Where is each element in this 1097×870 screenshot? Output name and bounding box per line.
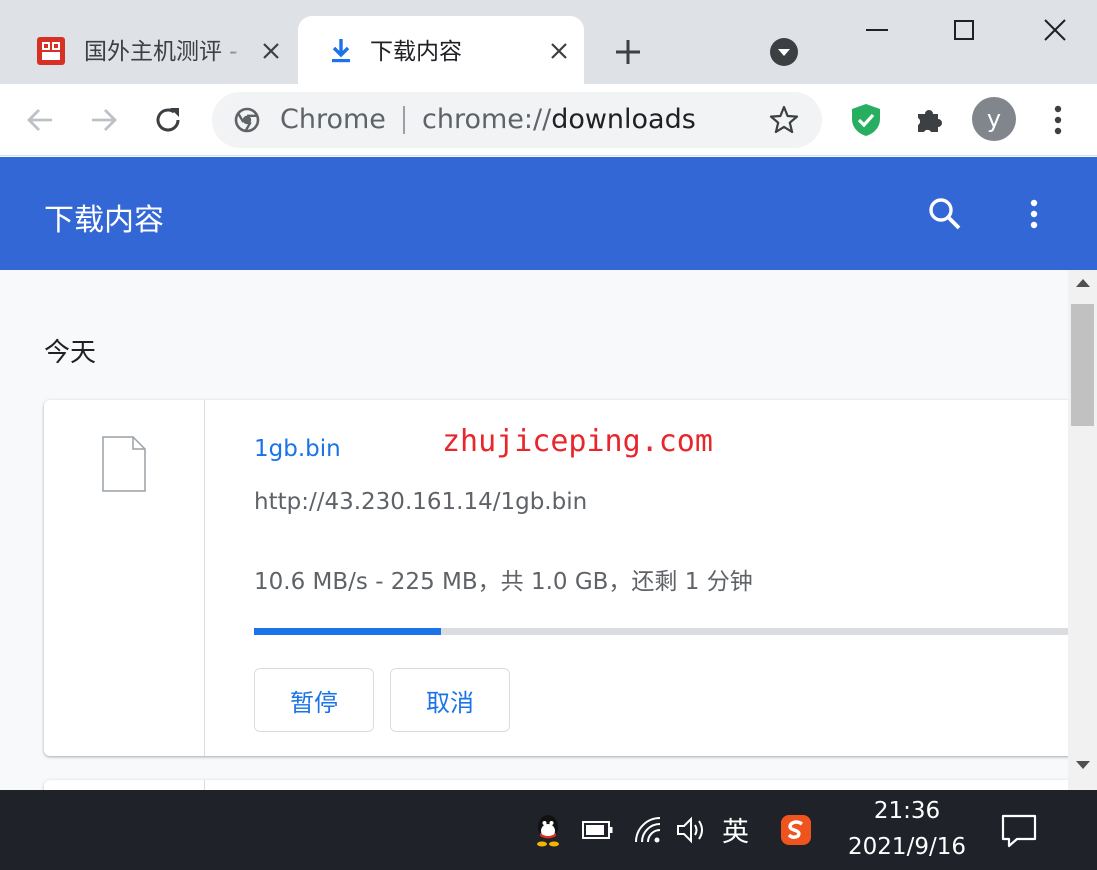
file-url-link[interactable]: http://43.230.161.14/1gb.bin	[254, 489, 587, 515]
downloads-menu-button[interactable]	[1018, 195, 1050, 233]
kebab-menu-icon	[1030, 199, 1038, 229]
card-divider	[204, 780, 205, 790]
plus-icon	[616, 40, 640, 64]
battery-tray-button[interactable]	[580, 812, 616, 848]
tab-search-button[interactable]	[768, 36, 800, 68]
url-scheme: chrome://	[422, 104, 552, 135]
adblock-extension-button[interactable]	[846, 100, 886, 140]
download-progress-bar	[254, 628, 1068, 635]
scroll-up-arrow[interactable]	[1068, 278, 1097, 300]
downloads-list: 今天 1gb.bin zhujiceping.com http://43.230…	[0, 270, 1068, 790]
browser-menu-button[interactable]	[1038, 100, 1078, 140]
kebab-menu-icon	[1054, 105, 1062, 135]
star-icon[interactable]	[768, 104, 800, 136]
download-card: 1gb.bin zhujiceping.com http://43.230.16…	[44, 400, 1068, 756]
file-icon	[102, 436, 146, 492]
extensions-button[interactable]	[910, 100, 950, 140]
qq-icon	[537, 815, 559, 847]
maximize-button[interactable]	[941, 10, 987, 50]
download-card	[44, 780, 1068, 790]
minimize-icon	[866, 29, 888, 31]
shield-check-icon	[852, 104, 880, 136]
downloads-header: 下载内容	[0, 157, 1097, 270]
sogou-icon	[781, 815, 811, 845]
clock-time[interactable]: 21:36	[846, 798, 968, 824]
new-tab-button[interactable]	[610, 34, 646, 70]
omnibox-separator	[403, 106, 405, 134]
reload-icon	[156, 108, 180, 132]
download-status: 10.6 MB/s - 225 MB，共 1.0 GB，还剩 1 分钟	[254, 569, 753, 595]
close-window-button[interactable]	[1032, 10, 1078, 50]
scroll-thumb[interactable]	[1071, 304, 1094, 426]
input-method-indicator[interactable]: 英	[722, 810, 749, 849]
chrome-icon	[234, 107, 260, 133]
tab-close-icon[interactable]	[546, 38, 572, 64]
back-arrow-icon	[27, 109, 52, 131]
wifi-icon	[635, 817, 661, 843]
omnibox[interactable]: Chrome chrome://downloads	[212, 92, 822, 148]
close-window-icon	[1044, 19, 1066, 41]
page-scrollbar[interactable]	[1068, 270, 1097, 790]
back-button[interactable]	[20, 100, 60, 140]
volume-tray-button[interactable]	[674, 812, 710, 848]
puzzle-icon	[918, 110, 942, 132]
notification-icon[interactable]	[1000, 812, 1038, 850]
volume-icon	[677, 816, 703, 844]
tab-favicon-icon	[37, 37, 65, 65]
url-path: downloads	[551, 104, 696, 135]
cancel-button[interactable]: 取消	[390, 668, 510, 732]
card-divider	[204, 400, 205, 756]
forward-button[interactable]	[84, 100, 124, 140]
tab-strip: 国外主机测评 - 下载内容	[0, 0, 1097, 84]
minimize-button[interactable]	[854, 10, 900, 50]
url-text[interactable]: chrome://downloads	[422, 92, 696, 148]
profile-avatar[interactable]: y	[972, 97, 1016, 141]
watermark: zhujiceping.com	[442, 424, 713, 459]
page-title: 下载内容	[44, 203, 164, 238]
clock-date[interactable]: 2021/9/16	[846, 834, 968, 860]
site-chip: Chrome	[280, 104, 386, 135]
browser-toolbar: Chrome chrome://downloads y	[0, 84, 1097, 156]
tab-zhujiceping[interactable]: 国外主机测评 -	[18, 16, 296, 84]
forward-arrow-icon	[92, 109, 117, 131]
network-tray-button[interactable]	[630, 812, 666, 848]
tab-search-icon	[770, 38, 798, 66]
windows-taskbar: 英 21:36 2021/9/16	[0, 790, 1097, 870]
sogou-tray-button[interactable]	[778, 812, 814, 848]
search-icon[interactable]	[926, 195, 964, 233]
tab-close-icon[interactable]	[258, 38, 284, 64]
tab-downloads[interactable]: 下载内容	[298, 16, 584, 84]
download-progress-fill	[254, 628, 441, 635]
file-name-link[interactable]: 1gb.bin	[254, 436, 341, 462]
battery-icon	[582, 821, 613, 839]
maximize-icon	[954, 20, 974, 40]
pause-button[interactable]: 暂停	[254, 668, 374, 732]
tab-title: 下载内容	[370, 39, 462, 65]
qq-tray-button[interactable]	[530, 812, 566, 848]
tab-title: 国外主机测评 -	[84, 39, 238, 65]
date-heading: 今天	[44, 338, 97, 368]
scroll-down-arrow[interactable]	[1068, 760, 1097, 782]
download-icon	[332, 39, 350, 63]
reload-button[interactable]	[148, 100, 188, 140]
